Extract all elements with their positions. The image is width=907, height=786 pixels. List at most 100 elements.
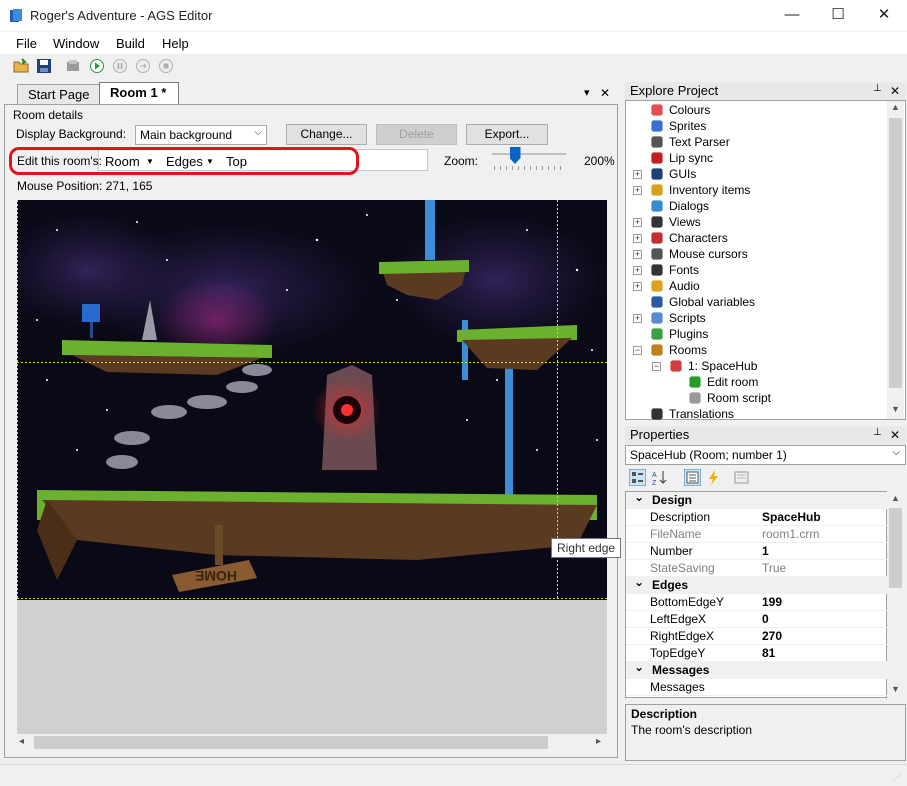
tree-item-guis[interactable]: GUIs	[669, 166, 696, 182]
tree-item-translations[interactable]: Translations	[669, 406, 734, 422]
pause-icon[interactable]	[112, 58, 128, 74]
property-value[interactable]: 1	[762, 543, 769, 560]
pin-icon[interactable]: ⊥	[873, 427, 882, 438]
property-row-topedgey[interactable]: TopEdgeY 81	[626, 645, 888, 662]
property-value[interactable]: 81	[762, 645, 775, 662]
categorized-view-icon[interactable]	[629, 469, 646, 486]
build-icon[interactable]	[65, 58, 81, 74]
collapse-icon[interactable]: ⌄	[634, 574, 644, 591]
tree-item-sprites[interactable]: Sprites	[669, 118, 706, 134]
background-select[interactable]: Main background ⌵	[135, 125, 267, 145]
breadcrumb-room[interactable]: Room	[105, 154, 140, 169]
tree-expander-icon[interactable]: +	[633, 234, 642, 243]
open-folder-icon[interactable]	[13, 58, 29, 74]
tree-item-1-spacehub[interactable]: 1: SpaceHub	[688, 358, 757, 374]
properties-close-button[interactable]: ✕	[890, 428, 900, 442]
menu-window[interactable]: Window	[53, 36, 99, 51]
collapse-icon[interactable]: ⌄	[634, 489, 644, 506]
scroll-down-icon[interactable]: ▼	[891, 684, 900, 694]
tree-expander-icon[interactable]: +	[633, 314, 642, 323]
tab-room-1[interactable]: Room 1 *	[99, 82, 179, 105]
tree-item-characters[interactable]: Characters	[669, 230, 728, 246]
breadcrumb-arrow-icon[interactable]: ▼	[146, 157, 154, 166]
menu-build[interactable]: Build	[116, 36, 145, 51]
tree-scrollbar-thumb[interactable]	[889, 118, 902, 388]
tree-expander-icon[interactable]: +	[633, 250, 642, 259]
property-category-edges[interactable]: Edges ⌄	[626, 574, 888, 594]
export-button[interactable]: Export...	[466, 124, 548, 145]
tree-item-views[interactable]: Views	[669, 214, 701, 230]
tree-expander-icon[interactable]: +	[633, 186, 642, 195]
property-value[interactable]: 199	[762, 594, 782, 611]
tree-item-colours[interactable]: Colours	[669, 102, 710, 118]
sort-alphabetical-icon[interactable]: AZ	[651, 469, 668, 486]
breadcrumb-top[interactable]: Top	[226, 154, 247, 169]
events-lightning-icon[interactable]	[705, 469, 722, 486]
menu-help[interactable]: Help	[162, 36, 189, 51]
tree-item-text-parser[interactable]: Text Parser	[669, 134, 730, 150]
collapse-icon[interactable]: ⌄	[634, 659, 644, 676]
stop-icon[interactable]	[158, 58, 174, 74]
property-value[interactable]: room1.crm	[762, 526, 819, 543]
tree-item-mouse-cursors[interactable]: Mouse cursors	[669, 246, 748, 262]
maximize-button[interactable]: ☐	[815, 0, 861, 30]
scroll-down-icon[interactable]: ▼	[891, 404, 900, 414]
property-value[interactable]: SpaceHub	[762, 509, 821, 526]
tree-expander-icon[interactable]: +	[633, 282, 642, 291]
property-row-filename[interactable]: FileName room1.crm	[626, 526, 888, 543]
property-row-number[interactable]: Number 1	[626, 543, 888, 560]
step-icon[interactable]	[135, 58, 151, 74]
tree-expander-icon[interactable]: +	[633, 170, 642, 179]
room-scrollbar-thumb[interactable]	[34, 736, 548, 749]
property-category-design[interactable]: Design ⌄	[626, 489, 888, 509]
scroll-left-icon[interactable]: ◂	[19, 736, 24, 747]
zoom-slider-track[interactable]	[492, 153, 566, 155]
explore-close-button[interactable]: ✕	[890, 84, 900, 98]
tab-start-page[interactable]: Start Page	[17, 84, 101, 104]
tree-expander-icon[interactable]: −	[652, 362, 661, 371]
close-window-button[interactable]: ✕	[861, 0, 907, 30]
minimize-button[interactable]: —	[769, 0, 815, 30]
property-row-leftedgex[interactable]: LeftEdgeX 0	[626, 611, 888, 628]
property-value[interactable]: True	[762, 560, 786, 577]
tree-expander-icon[interactable]: −	[633, 346, 642, 355]
explore-project-tree[interactable]	[625, 100, 906, 420]
pin-icon[interactable]: ⊥	[873, 83, 882, 94]
property-row-messages[interactable]: Messages	[626, 679, 888, 696]
property-value[interactable]: 270	[762, 628, 782, 645]
property-row-statesaving[interactable]: StateSaving True	[626, 560, 888, 577]
tab-close-button[interactable]: ✕	[600, 86, 610, 100]
tree-expander-icon[interactable]: +	[633, 266, 642, 275]
run-icon[interactable]	[89, 58, 105, 74]
property-row-rightedgex[interactable]: RightEdgeX 270	[626, 628, 888, 645]
tree-item-edit-room[interactable]: Edit room	[707, 374, 758, 390]
scroll-up-icon[interactable]: ▲	[891, 493, 900, 503]
properties-scrollbar-thumb[interactable]	[889, 508, 902, 588]
room-canvas[interactable]: HOME	[17, 200, 607, 600]
property-value[interactable]: 0	[762, 611, 769, 628]
tree-item-room-script[interactable]: Room script	[707, 390, 771, 406]
property-category-messages[interactable]: Messages ⌄	[626, 659, 888, 679]
tree-expander-icon[interactable]: +	[633, 218, 642, 227]
change-button[interactable]: Change...	[286, 124, 367, 145]
breadcrumb-edges[interactable]: Edges	[166, 154, 203, 169]
tree-item-global-variables[interactable]: Global variables	[669, 294, 755, 310]
save-icon[interactable]	[36, 58, 52, 74]
tree-item-audio[interactable]: Audio	[669, 278, 700, 294]
property-pages-icon[interactable]	[733, 469, 750, 486]
delete-button[interactable]: Delete	[376, 124, 457, 145]
menu-file[interactable]: File	[16, 36, 37, 51]
tree-item-dialogs[interactable]: Dialogs	[669, 198, 709, 214]
tree-item-plugins[interactable]: Plugins	[669, 326, 708, 342]
property-row-description[interactable]: Description SpaceHub	[626, 509, 888, 526]
resize-grip-icon[interactable]: ⋰	[893, 772, 902, 783]
tree-item-inventory-items[interactable]: Inventory items	[669, 182, 750, 198]
tree-item-fonts[interactable]: Fonts	[669, 262, 699, 278]
breadcrumb-arrow-icon[interactable]: ▼	[206, 157, 214, 166]
tab-list-dropdown[interactable]: ▾	[584, 86, 590, 99]
properties-object-select[interactable]: SpaceHub (Room; number 1) ⌵	[625, 445, 906, 465]
tree-item-lip-sync[interactable]: Lip sync	[669, 150, 713, 166]
scroll-right-icon[interactable]: ▸	[596, 736, 601, 747]
property-row-bottomedgey[interactable]: BottomEdgeY 199	[626, 594, 888, 611]
tree-item-rooms[interactable]: Rooms	[669, 342, 707, 358]
